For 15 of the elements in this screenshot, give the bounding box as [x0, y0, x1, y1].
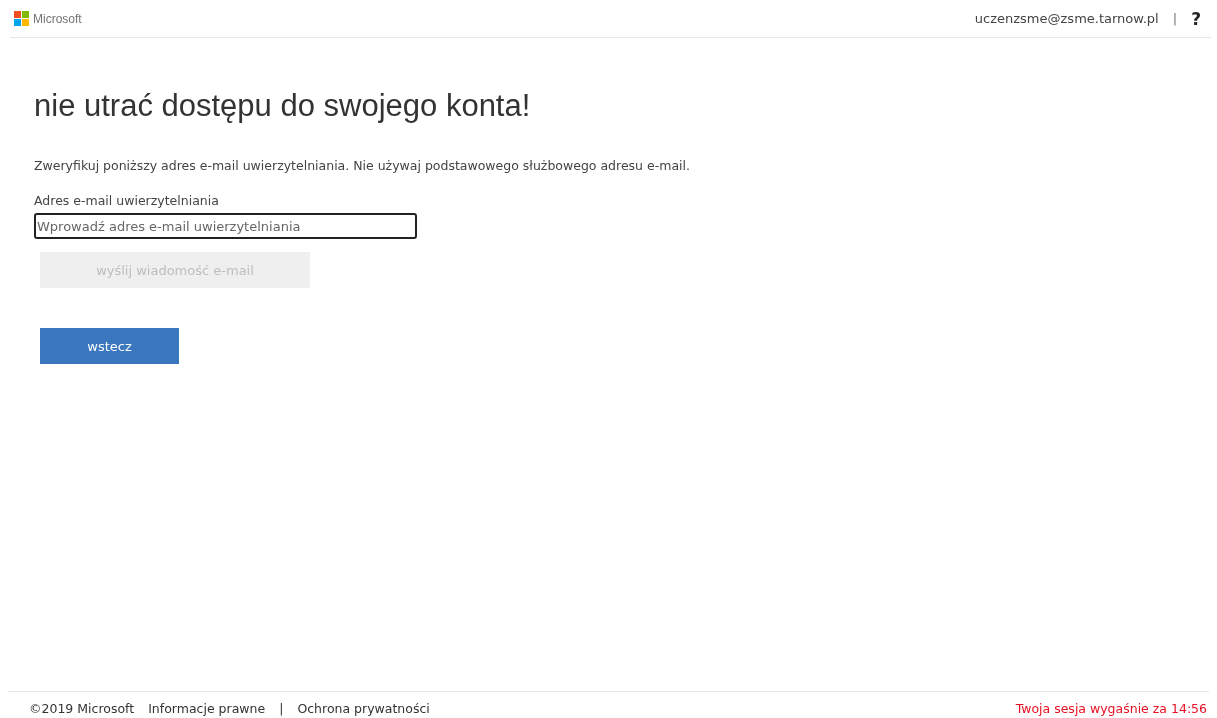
separator: |	[279, 701, 284, 716]
account-email: uczenzsme@zsme.tarnow.pl	[974, 11, 1159, 26]
separator: |	[1172, 11, 1178, 26]
page-title: nie utrać dostępu do swojego konta!	[34, 88, 532, 124]
help-link[interactable]: ?	[1191, 8, 1201, 29]
session-timer: Twoja sesja wygaśnie za 14:56	[1015, 701, 1207, 716]
back-button[interactable]: wstecz	[40, 328, 179, 364]
copyright: ©2019 Microsoft	[29, 701, 135, 716]
description: Zweryfikuj poniższy adres e-mail uwierzytelniania. Nie używaj podstawowego służbowego adresu e-mail.	[34, 158, 691, 173]
microsoft-logo-icon	[14, 11, 29, 26]
logo-text: Microsoft	[33, 11, 82, 26]
email-input-field[interactable]: Wprowadź adres e-mail uwierzytelniania	[34, 213, 417, 239]
field-label: Adres e-mail uwierzytelniania	[34, 193, 220, 208]
footer-link[interactable]: Informacje prawne	[148, 701, 266, 716]
footer-link[interactable]: Ochrona prywatności	[297, 701, 430, 716]
